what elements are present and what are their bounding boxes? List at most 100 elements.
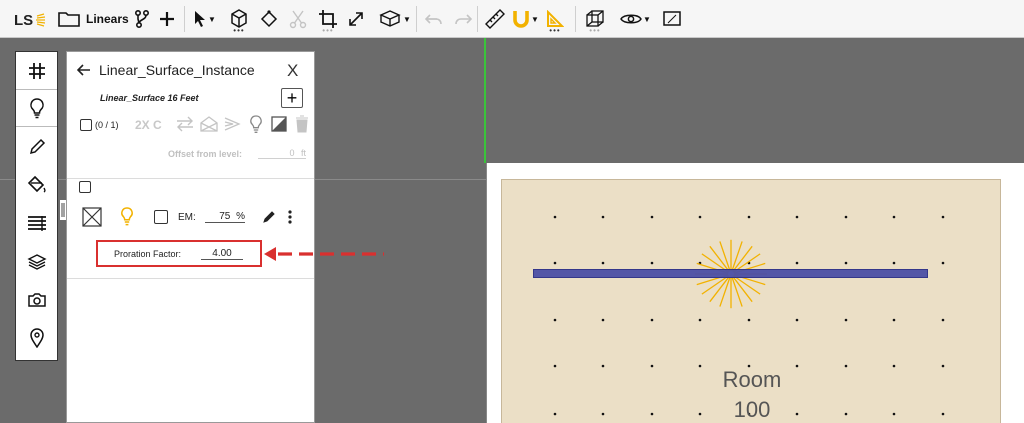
visibility-button[interactable]: ▼ xyxy=(620,4,651,34)
grid-dot xyxy=(698,318,702,322)
grid-dot xyxy=(698,412,702,416)
branch-tool-button[interactable] xyxy=(134,4,150,34)
grid-dot xyxy=(601,318,605,322)
grid-tab[interactable] xyxy=(16,52,57,90)
caret-down-icon: ▼ xyxy=(403,14,411,24)
angle-snap-button[interactable]: ••• xyxy=(546,4,564,35)
grid-dot xyxy=(892,364,896,368)
grid-dot xyxy=(650,215,654,219)
ls-logo[interactable]: LS xyxy=(14,5,46,35)
materials-tab[interactable] xyxy=(16,166,57,204)
screenshot-button[interactable] xyxy=(662,4,682,34)
swap-arrows-icon[interactable] xyxy=(175,116,195,132)
grid-dot xyxy=(601,215,605,219)
room-label[interactable]: Room 100 xyxy=(716,365,788,423)
back-arrow-icon[interactable] xyxy=(77,63,91,77)
wireframe-button[interactable]: ••• xyxy=(585,4,605,35)
camera-icon xyxy=(27,293,46,307)
grid-dot xyxy=(941,412,945,416)
em-field[interactable]: 75 % xyxy=(205,211,245,223)
close-button[interactable]: X xyxy=(287,61,298,81)
grid-dot xyxy=(601,412,605,416)
linears-label[interactable]: Linears xyxy=(86,12,129,26)
rotate-tool-button[interactable] xyxy=(259,4,279,34)
panel-resize-handle[interactable] xyxy=(60,200,66,220)
grid-dot xyxy=(795,215,799,219)
folder-icon xyxy=(58,12,80,27)
logo-text: LS xyxy=(14,11,34,29)
fixture-type-name: Linear_Surface 16 Feet xyxy=(100,93,199,103)
proration-highlight: Proration Factor: 4.00 xyxy=(96,240,262,267)
x-box-icon[interactable] xyxy=(82,207,102,227)
grid-dot xyxy=(892,215,896,219)
grid-dot xyxy=(553,215,557,219)
grid-dot xyxy=(844,364,848,368)
grid-dot xyxy=(892,412,896,416)
draw-tab[interactable] xyxy=(16,128,57,166)
half-square-icon[interactable] xyxy=(271,116,287,132)
em-checkbox[interactable] xyxy=(154,210,168,224)
cursor-icon xyxy=(195,11,205,27)
location-tab[interactable] xyxy=(16,319,57,357)
lightbulb-icon[interactable] xyxy=(249,115,263,134)
paint-bucket-icon xyxy=(27,175,46,193)
more-dots-icon: ••• xyxy=(589,26,601,35)
offset-value: 0 xyxy=(289,148,295,158)
chevron-arrow-icon[interactable] xyxy=(223,115,243,133)
measure-button[interactable] xyxy=(484,4,506,34)
layers-icon xyxy=(26,254,47,270)
add-button[interactable]: + xyxy=(281,88,303,108)
crop-tool-button[interactable]: ••• xyxy=(318,4,338,35)
snap-button[interactable]: ▼ xyxy=(512,4,539,34)
camera-tab[interactable] xyxy=(16,281,57,319)
offset-field[interactable]: 0 ft xyxy=(258,148,306,159)
em-label: EM: xyxy=(178,212,196,223)
grid-dot xyxy=(698,215,702,219)
schedule-tab[interactable] xyxy=(16,204,57,242)
grid-dot xyxy=(601,261,605,265)
divider xyxy=(67,278,314,279)
object-tool-button[interactable]: ••• xyxy=(229,4,249,35)
lightbulb-icon[interactable] xyxy=(120,207,134,227)
grid-dot xyxy=(941,364,945,368)
undo-button[interactable] xyxy=(425,4,443,34)
select-tool-button[interactable]: ▼ xyxy=(193,4,216,34)
proration-input[interactable]: 4.00 xyxy=(201,248,243,260)
layers-tab[interactable] xyxy=(16,243,57,281)
scissors-icon xyxy=(289,10,307,29)
pencil-icon[interactable] xyxy=(262,210,276,224)
grid-dot xyxy=(747,215,751,219)
select-all-checkbox[interactable] xyxy=(80,119,92,131)
callout-arrow xyxy=(264,247,384,261)
grid-dot xyxy=(601,364,605,368)
lighting-tab[interactable] xyxy=(16,89,57,127)
linear-fixture[interactable] xyxy=(533,269,928,278)
grid-dot xyxy=(650,412,654,416)
caret-down-icon: ▼ xyxy=(208,14,216,24)
resize-tool-button[interactable] xyxy=(347,4,365,34)
em-value: 75 xyxy=(219,211,231,222)
offset-label: Offset from level: xyxy=(168,149,243,159)
grid-dot xyxy=(553,261,557,265)
grid-dot xyxy=(747,318,751,322)
view-3d-button[interactable]: ▼ xyxy=(378,4,411,34)
folder-button[interactable] xyxy=(58,4,80,34)
grid-dot xyxy=(795,261,799,265)
redo-button[interactable] xyxy=(454,4,472,34)
trash-icon[interactable] xyxy=(295,115,309,133)
grid-dot xyxy=(941,318,945,322)
more-vertical-icon[interactable] xyxy=(287,209,293,225)
undo-icon xyxy=(425,14,442,25)
x-box-icon[interactable] xyxy=(199,115,219,133)
cut-tool-button[interactable] xyxy=(289,4,307,34)
caret-down-icon: ▼ xyxy=(531,14,539,24)
grid-dot xyxy=(892,261,896,265)
grid-dot xyxy=(844,215,848,219)
add-tool-button[interactable] xyxy=(158,4,176,34)
pencil-icon xyxy=(29,138,45,155)
grid-dot xyxy=(553,318,557,322)
instance-checkbox[interactable] xyxy=(79,181,91,193)
double-circuit-toggle[interactable]: 2X C xyxy=(135,118,162,132)
location-pin-icon xyxy=(29,328,44,348)
em-unit: % xyxy=(236,211,245,222)
